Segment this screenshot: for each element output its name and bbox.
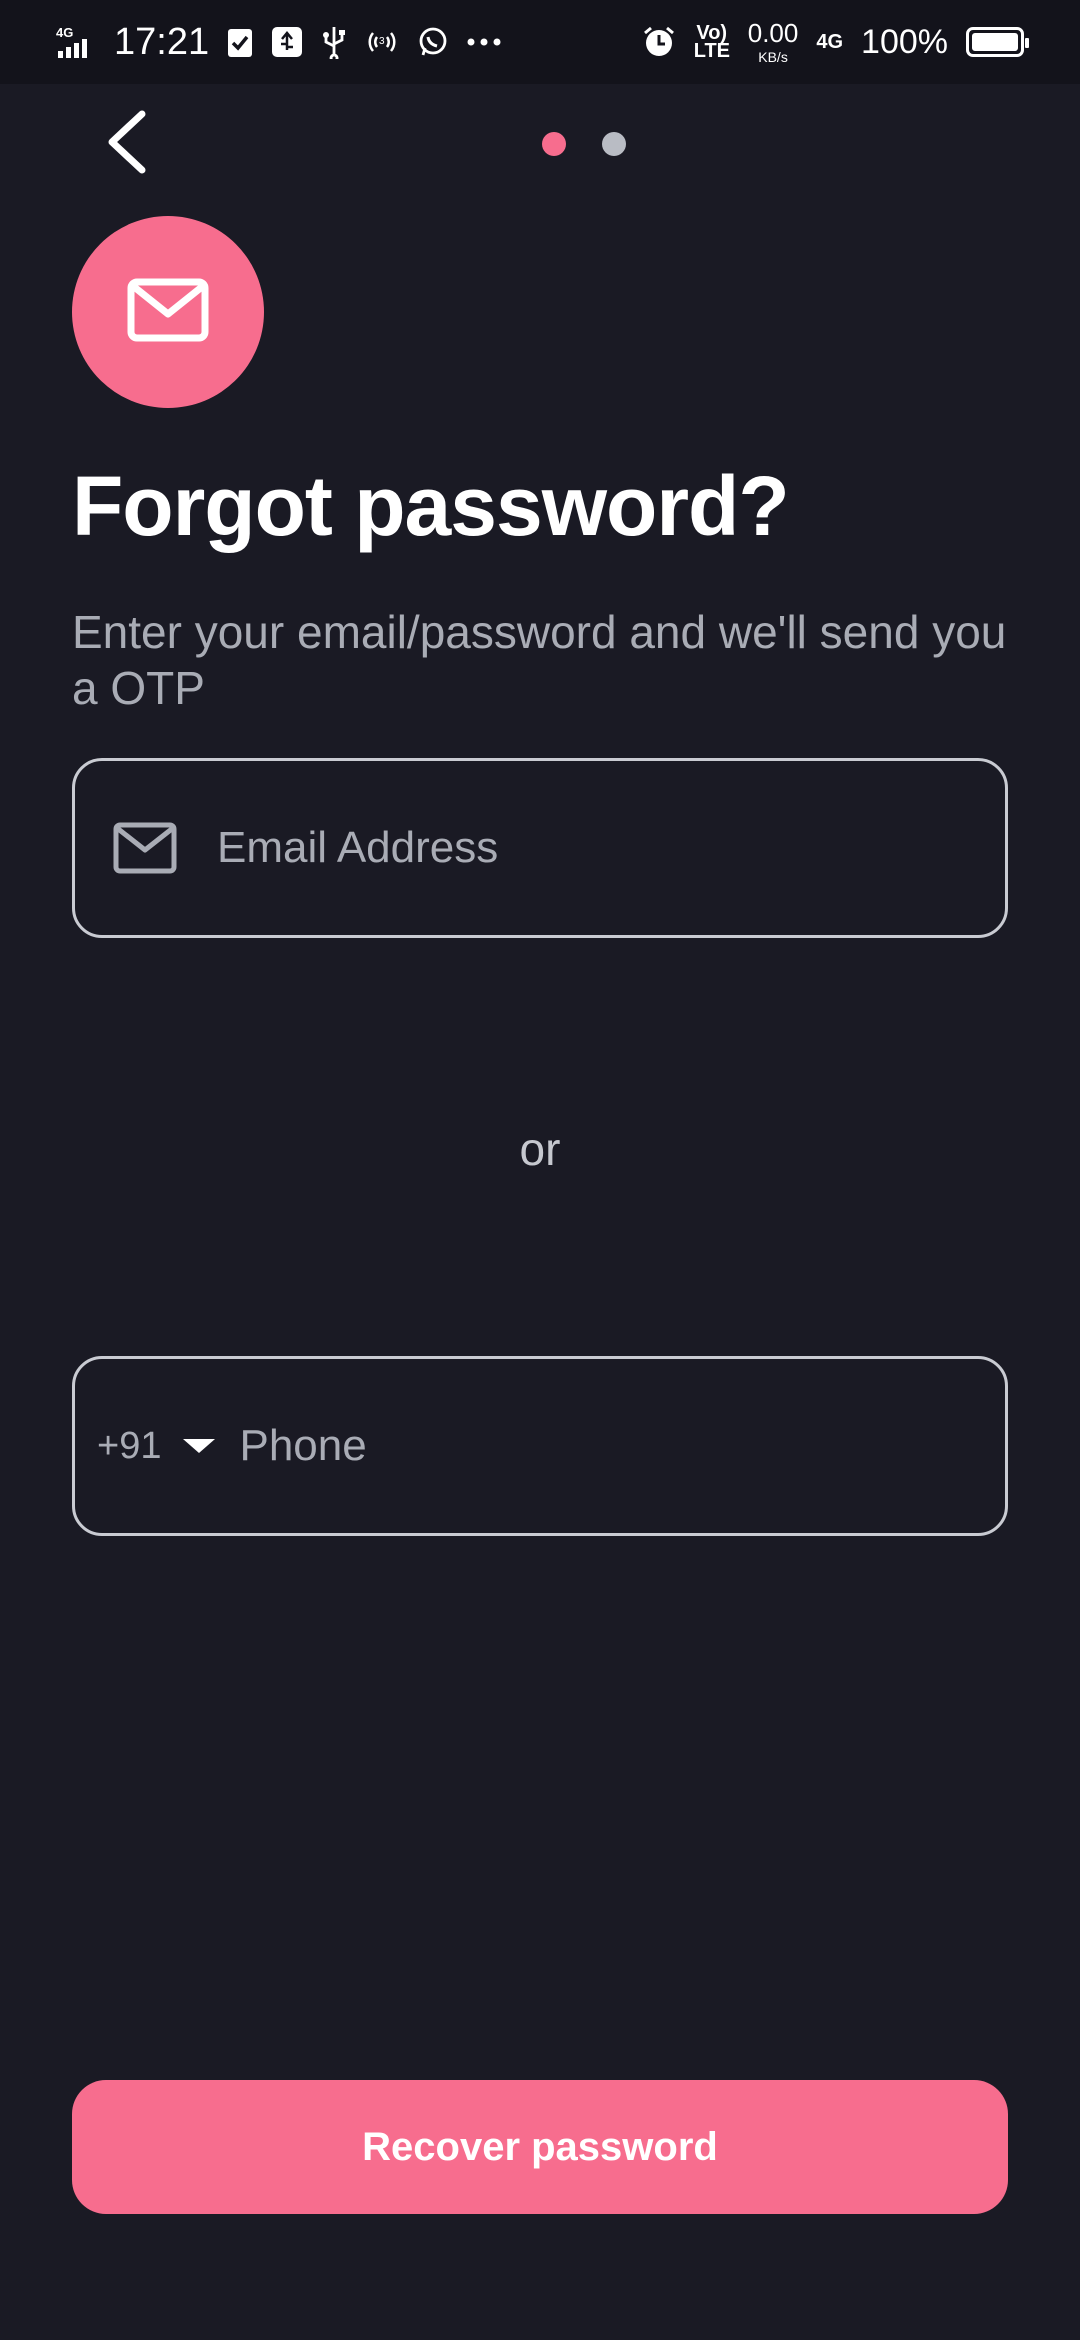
clipboard-check-icon xyxy=(227,26,253,58)
network-type: 4G xyxy=(816,31,844,53)
volte-indicator: Vo) LTE xyxy=(693,22,731,62)
forgot-password-screen: 4G 17:21 3 Vo) LTE 0.00 KB/s 4G 100% For… xyxy=(0,0,1080,2340)
mail-icon xyxy=(127,278,209,347)
alarm-icon xyxy=(642,25,676,59)
country-code-value: +91 xyxy=(97,1424,162,1467)
status-bar: 4G 17:21 3 Vo) LTE 0.00 KB/s 4G 100% xyxy=(0,0,1080,84)
signal-icon: 4G xyxy=(56,25,96,59)
pager-dot-inactive xyxy=(602,132,626,156)
status-bar-right: Vo) LTE 0.00 KB/s 4G 100% xyxy=(642,20,1029,64)
more-icon xyxy=(467,37,501,47)
or-separator: or xyxy=(519,1123,561,1175)
hotspot-icon: 3 xyxy=(365,27,399,57)
page-subtitle: Enter your email/password and we'll send… xyxy=(72,606,1007,714)
status-bar-left: 4G 17:21 3 xyxy=(56,21,501,64)
recover-password-button[interactable]: Recover password xyxy=(72,2080,1008,2214)
back-button[interactable] xyxy=(96,108,156,180)
whatsapp-icon xyxy=(417,26,449,58)
usb-icon xyxy=(321,25,347,59)
battery-icon xyxy=(966,27,1029,57)
phone-field[interactable] xyxy=(239,1421,920,1471)
phone-field-container[interactable]: +91 xyxy=(72,1356,1008,1536)
chevron-left-icon xyxy=(104,110,148,179)
email-field-container[interactable] xyxy=(72,758,1008,938)
svg-text:4G: 4G xyxy=(56,25,73,40)
network-speed-value: 0.00 xyxy=(747,18,799,48)
country-code-dropdown[interactable]: +91 xyxy=(97,1424,216,1468)
mail-icon xyxy=(113,822,177,874)
pager-dot-active xyxy=(542,132,566,156)
caret-down-icon xyxy=(183,1439,216,1453)
pager-dots xyxy=(542,132,626,156)
usb-debug-icon xyxy=(271,26,303,58)
email-field[interactable] xyxy=(217,823,917,873)
network-speed-unit: KB/s xyxy=(758,49,788,65)
battery-percent: 100% xyxy=(861,22,948,61)
mail-badge xyxy=(72,216,264,408)
status-time: 17:21 xyxy=(114,20,210,63)
svg-text:3: 3 xyxy=(379,36,385,47)
network-speed: 0.00 KB/s xyxy=(748,20,799,64)
page-title: Forgot password? xyxy=(72,459,790,553)
